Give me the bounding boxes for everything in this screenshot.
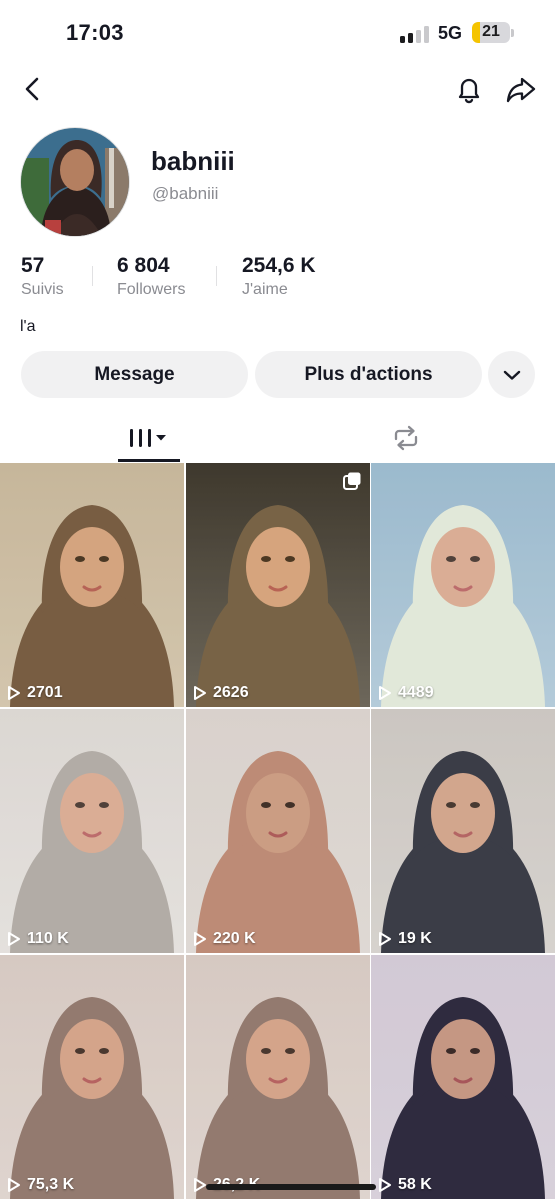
view-count-text: 2701 (27, 684, 63, 701)
message-button[interactable]: Message (21, 351, 248, 398)
avatar[interactable] (20, 127, 130, 237)
bell-icon (458, 78, 480, 104)
avatar-photo (21, 128, 129, 236)
battery-icon: 21 (472, 22, 510, 43)
play-icon (8, 932, 20, 946)
status-time: 17:03 (66, 20, 124, 45)
video-thumbnail[interactable]: 4489 (371, 463, 555, 707)
view-count: 75,3 K (7, 1176, 74, 1194)
battery-level: 21 (482, 23, 500, 40)
thumbnail-image (0, 955, 184, 1199)
back-button[interactable] (15, 71, 51, 107)
play-icon (379, 1178, 391, 1192)
share-button[interactable] (503, 71, 539, 107)
tab-videos[interactable] (118, 415, 180, 461)
notifications-button[interactable] (451, 71, 487, 107)
home-indicator[interactable] (206, 1184, 376, 1190)
stat-likes-value: 254,6 K (242, 254, 316, 277)
view-count-text: 58 K (398, 1176, 432, 1193)
video-grid-icon (130, 429, 166, 447)
play-icon (8, 686, 20, 700)
video-thumbnail[interactable]: 2626 (186, 463, 370, 707)
stat-followers-value: 6 804 (117, 254, 170, 277)
view-count: 220 K (193, 930, 256, 948)
video-thumbnail[interactable]: 19 K (371, 709, 555, 953)
view-count-text: 75,3 K (27, 1176, 75, 1193)
network-type: 5G (438, 23, 463, 43)
more-actions-button[interactable]: Plus d'actions (255, 351, 482, 398)
view-count-text: 2626 (213, 684, 249, 701)
view-count: 110 K (7, 930, 69, 948)
thumbnail-image (186, 463, 370, 707)
view-count: 4489 (378, 684, 434, 702)
stat-likes[interactable]: 254,6 K J'aime (242, 254, 316, 299)
view-count-text: 110 K (27, 930, 69, 947)
thumbnail-image (371, 955, 555, 1199)
thumbnail-image (0, 463, 184, 707)
chevron-left-icon (25, 77, 39, 101)
active-tab-indicator (118, 459, 180, 462)
thumbnail-image (371, 709, 555, 953)
stat-followers[interactable]: 6 804 Followers (117, 254, 185, 299)
play-icon (8, 1178, 20, 1192)
thumbnail-image (0, 709, 184, 953)
share-arrow-icon (506, 77, 536, 103)
video-thumbnail[interactable]: 58 K (371, 955, 555, 1199)
play-icon (379, 932, 391, 946)
view-count-text: 19 K (398, 930, 432, 947)
video-thumbnail[interactable]: 220 K (186, 709, 370, 953)
suggestions-dropdown-button[interactable] (488, 351, 535, 398)
stat-likes-label: J'aime (242, 281, 288, 298)
video-thumbnail[interactable]: 75,3 K (0, 955, 184, 1199)
thumbnail-image (186, 709, 370, 953)
stat-divider (92, 266, 93, 286)
view-count-text: 4489 (398, 684, 434, 701)
thumbnail-image (186, 955, 370, 1199)
view-count: 19 K (378, 930, 432, 948)
video-thumbnail[interactable]: 2701 (0, 463, 184, 707)
multi-photo-icon (343, 472, 361, 490)
play-icon (194, 1178, 206, 1192)
username: @babniii (152, 184, 219, 203)
stat-following[interactable]: 57 Suivis (21, 254, 64, 299)
view-count-text: 220 K (213, 930, 256, 947)
stat-following-value: 57 (21, 254, 45, 277)
tab-reposts[interactable] (380, 415, 432, 461)
play-icon (194, 932, 206, 946)
signal-icon (400, 25, 430, 43)
view-count: 2626 (193, 684, 249, 702)
view-count: 58 K (378, 1176, 432, 1194)
display-name: babniii (151, 146, 235, 176)
play-icon (194, 686, 206, 700)
video-thumbnail[interactable]: 26,2 K (186, 955, 370, 1199)
stat-divider (216, 266, 217, 286)
stat-followers-label: Followers (117, 281, 186, 298)
chevron-down-icon (503, 370, 520, 380)
status-bar: 17:03 5G 21 (0, 0, 555, 64)
battery-tip (511, 29, 514, 37)
view-count: 2701 (7, 684, 63, 702)
video-thumbnail[interactable]: 110 K (0, 709, 184, 953)
play-icon (379, 686, 391, 700)
bio: l'a (20, 318, 36, 335)
repost-icon (394, 425, 418, 451)
thumbnail-image (371, 463, 555, 707)
stat-following-label: Suivis (21, 281, 64, 298)
